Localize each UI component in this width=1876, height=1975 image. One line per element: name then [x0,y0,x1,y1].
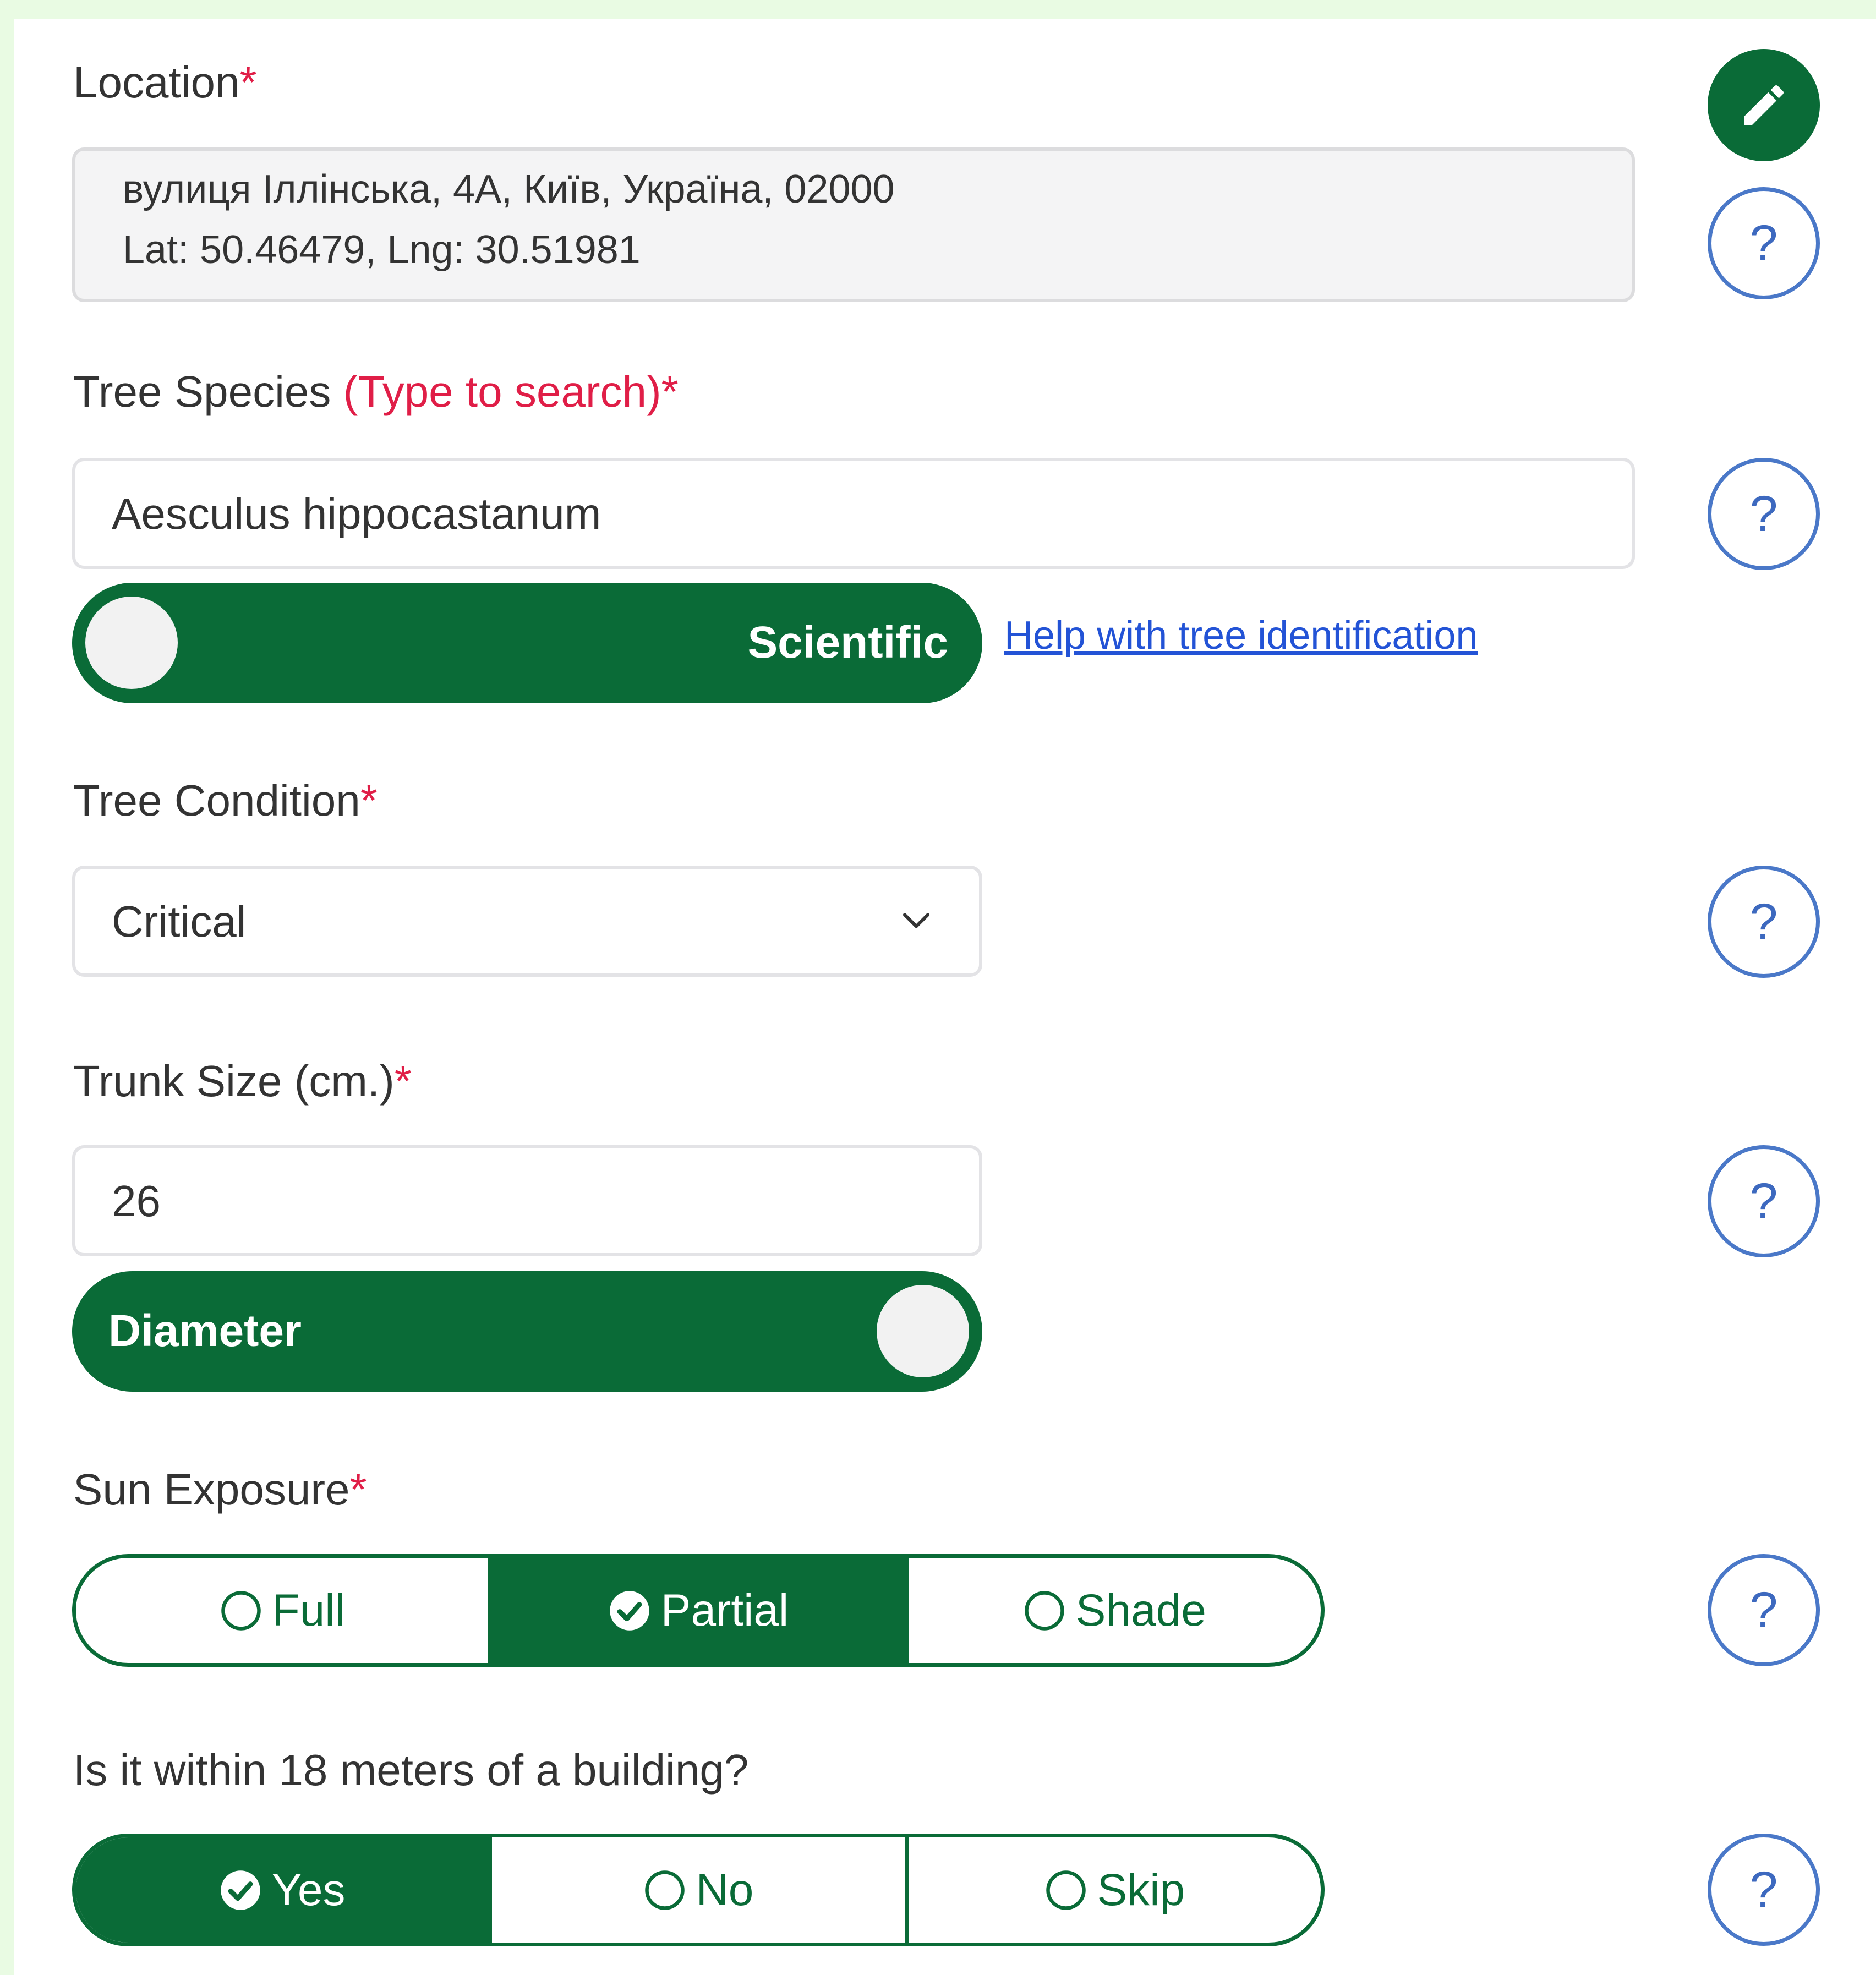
location-label: Location* [73,58,257,107]
radio-empty-icon [221,1590,261,1631]
radio-empty-icon [644,1870,685,1910]
toggle-label: Diameter [108,1306,302,1356]
building-option-yes[interactable]: Yes [76,1837,489,1943]
question-mark-icon: ? [1749,1582,1778,1638]
trunk-size-help-button[interactable]: ? [1708,1145,1820,1257]
species-name-type-toggle[interactable]: Scientific [72,583,982,703]
toggle-label: Scientific [747,617,948,668]
question-mark-icon: ? [1749,485,1778,542]
location-display: вулиця Іллінська, 4А, Київ, Україна, 020… [72,147,1635,302]
tree-identification-help-link[interactable]: Help with tree identification [1004,616,1478,655]
edit-location-button[interactable] [1708,49,1820,161]
building-proximity-label: Is it within 18 meters of a building? [73,1746,749,1795]
question-mark-icon: ? [1749,1861,1778,1918]
question-mark-icon: ? [1749,1173,1778,1229]
sun-exposure-selector: Full Partial Shade [72,1554,1325,1667]
location-help-button[interactable]: ? [1708,187,1820,299]
check-circle-icon [610,1590,649,1631]
building-option-skip[interactable]: Skip [904,1837,1321,1943]
tree-form-panel: Location* вулиця Іллінська, 4А, Київ, Ук… [14,19,1876,1975]
pencil-icon [1744,85,1784,125]
radio-empty-icon [1025,1590,1064,1631]
condition-label: Tree Condition* [73,776,378,825]
chevron-down-icon [903,913,930,928]
question-mark-icon: ? [1749,215,1778,271]
radio-empty-icon [1046,1870,1086,1910]
sun-option-partial[interactable]: Partial [488,1558,905,1663]
species-search-input[interactable]: Aesculus hippocastanum [72,458,1635,569]
location-address: вулиця Іллінська, 4А, Київ, Україна, 020… [123,167,895,211]
toggle-knob [85,597,178,689]
species-label: Tree Species (Type to search)* [73,367,679,416]
trunk-size-input[interactable]: 26 [72,1145,982,1256]
trunk-size-label: Trunk Size (cm.)* [73,1057,412,1106]
building-proximity-help-button[interactable]: ? [1708,1834,1820,1946]
location-coordinates: Lat: 50.46479, Lng: 30.51981 [123,228,641,272]
question-mark-icon: ? [1749,893,1778,950]
trunk-measure-toggle[interactable]: Diameter [72,1271,982,1392]
sun-exposure-help-button[interactable]: ? [1708,1554,1820,1666]
sun-option-full[interactable]: Full [76,1558,488,1663]
building-option-no[interactable]: No [488,1837,904,1943]
sun-option-shade[interactable]: Shade [904,1558,1321,1663]
check-circle-icon [221,1870,260,1910]
sun-exposure-label: Sun Exposure* [73,1465,367,1514]
condition-select[interactable]: Critical [72,866,982,977]
condition-help-button[interactable]: ? [1708,866,1820,978]
building-proximity-selector: Yes No Skip [72,1834,1325,1946]
toggle-knob [877,1285,969,1377]
species-help-button[interactable]: ? [1708,458,1820,570]
